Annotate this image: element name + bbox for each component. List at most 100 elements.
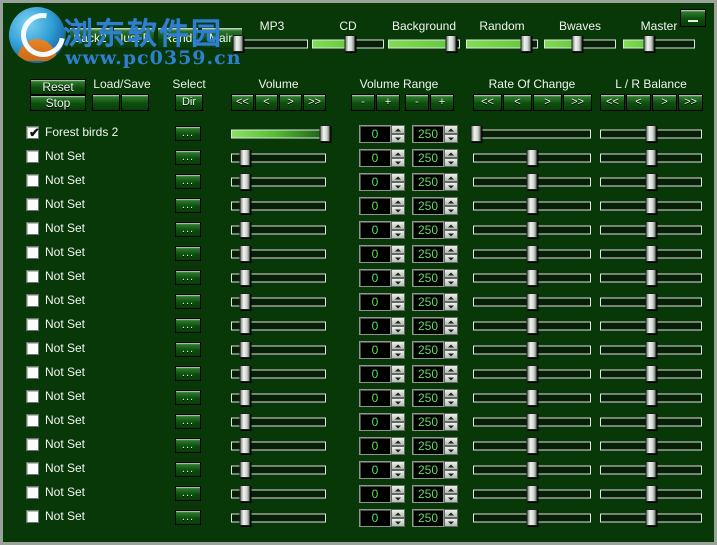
- row-enable-checkbox[interactable]: [26, 342, 39, 355]
- row-volume-range-max-decrement[interactable]: [444, 446, 458, 455]
- row-volume-range-max-increment[interactable]: [444, 509, 458, 518]
- row-volume-range-max-increment[interactable]: [444, 389, 458, 398]
- row-enable-checkbox[interactable]: [26, 486, 39, 499]
- row-volume-range-max-decrement[interactable]: [444, 422, 458, 431]
- master-slider-track-mp3[interactable]: [232, 35, 308, 52]
- slider-thumb[interactable]: [526, 461, 538, 478]
- row-volume-range-min-decrement[interactable]: [391, 278, 405, 287]
- row-browse-button[interactable]: ...: [175, 414, 201, 429]
- row-volume-slider[interactable]: [231, 437, 326, 454]
- row-rate-of-change-slider[interactable]: [473, 437, 591, 454]
- slider-thumb[interactable]: [239, 269, 251, 286]
- row-enable-checkbox[interactable]: [26, 390, 39, 403]
- row-rate-of-change-slider[interactable]: [473, 269, 591, 286]
- row-volume-range-max-increment[interactable]: [444, 293, 458, 302]
- row-rate-of-change-slider[interactable]: [473, 509, 591, 526]
- slider-thumb[interactable]: [645, 341, 657, 358]
- row-volume-range-min-increment[interactable]: [391, 221, 405, 230]
- row-browse-button[interactable]: ...: [175, 174, 201, 189]
- row-lr-balance-slider[interactable]: [600, 293, 702, 310]
- row-volume-range-max-value[interactable]: 250: [412, 173, 444, 191]
- row-volume-range-max-increment[interactable]: [444, 413, 458, 422]
- stop-button[interactable]: Stop: [30, 95, 86, 111]
- row-lr-balance-slider[interactable]: [600, 365, 702, 382]
- slider-thumb[interactable]: [645, 413, 657, 430]
- row-lr-balance-slider[interactable]: [600, 149, 702, 166]
- row-volume-range-min-increment[interactable]: [391, 413, 405, 422]
- slider-thumb[interactable]: [645, 509, 657, 526]
- row-volume-range-min-value[interactable]: 0: [359, 317, 391, 335]
- row-lr-balance-slider[interactable]: [600, 509, 702, 526]
- lr-balance-nudge-button-1[interactable]: <: [626, 94, 651, 111]
- slider-thumb[interactable]: [239, 413, 251, 430]
- row-rate-of-change-slider[interactable]: [473, 197, 591, 214]
- row-volume-range-min-value[interactable]: 0: [359, 485, 391, 503]
- slider-thumb[interactable]: [645, 221, 657, 238]
- row-volume-range-min-value[interactable]: 0: [359, 149, 391, 167]
- row-volume-range-min-decrement[interactable]: [391, 518, 405, 527]
- row-volume-range-min-value[interactable]: 0: [359, 365, 391, 383]
- row-volume-range-min-decrement[interactable]: [391, 134, 405, 143]
- row-volume-range-max-increment[interactable]: [444, 317, 458, 326]
- row-rate-of-change-slider[interactable]: [473, 293, 591, 310]
- reset-button[interactable]: Reset: [30, 79, 86, 95]
- slider-thumb[interactable]: [645, 269, 657, 286]
- row-volume-range-max-increment[interactable]: [444, 485, 458, 494]
- rate-of-change-nudge-button-0[interactable]: <<: [473, 94, 502, 111]
- volume-nudge-button-3[interactable]: >>: [303, 94, 326, 111]
- row-browse-button[interactable]: ...: [175, 438, 201, 453]
- slider-thumb[interactable]: [239, 293, 251, 310]
- slider-thumb[interactable]: [526, 509, 538, 526]
- row-browse-button[interactable]: ...: [175, 366, 201, 381]
- row-volume-range-min-decrement[interactable]: [391, 206, 405, 215]
- row-volume-range-max-decrement[interactable]: [444, 254, 458, 263]
- row-volume-range-min-increment[interactable]: [391, 269, 405, 278]
- row-volume-range-max-value[interactable]: 250: [412, 125, 444, 143]
- rate-of-change-nudge-button-1[interactable]: <: [503, 94, 532, 111]
- slider-thumb[interactable]: [239, 437, 251, 454]
- row-volume-range-max-decrement[interactable]: [444, 494, 458, 503]
- row-volume-range-max-increment[interactable]: [444, 365, 458, 374]
- slider-thumb[interactable]: [526, 389, 538, 406]
- row-enable-checkbox[interactable]: [26, 246, 39, 259]
- row-volume-range-min-value[interactable]: 0: [359, 197, 391, 215]
- row-browse-button[interactable]: ...: [175, 246, 201, 261]
- row-volume-range-min-increment[interactable]: [391, 389, 405, 398]
- row-volume-range-max-value[interactable]: 250: [412, 221, 444, 239]
- row-volume-slider[interactable]: [231, 341, 326, 358]
- row-volume-range-min-decrement[interactable]: [391, 182, 405, 191]
- slider-thumb[interactable]: [470, 125, 482, 142]
- row-volume-range-max-decrement[interactable]: [444, 326, 458, 335]
- slider-thumb[interactable]: [526, 245, 538, 262]
- slider-thumb[interactable]: [645, 125, 657, 142]
- row-lr-balance-slider[interactable]: [600, 413, 702, 430]
- slider-thumb[interactable]: [645, 461, 657, 478]
- row-volume-range-min-decrement[interactable]: [391, 254, 405, 263]
- row-volume-range-max-increment[interactable]: [444, 437, 458, 446]
- slider-thumb[interactable]: [526, 485, 538, 502]
- row-rate-of-change-slider[interactable]: [473, 221, 591, 238]
- row-volume-range-max-value[interactable]: 250: [412, 485, 444, 503]
- row-volume-range-min-value[interactable]: 0: [359, 389, 391, 407]
- slider-thumb[interactable]: [239, 149, 251, 166]
- row-browse-button[interactable]: ...: [175, 126, 201, 141]
- row-rate-of-change-slider[interactable]: [473, 245, 591, 262]
- row-lr-balance-slider[interactable]: [600, 485, 702, 502]
- volume-range-max-button-0[interactable]: -: [405, 94, 429, 111]
- row-lr-balance-slider[interactable]: [600, 461, 702, 478]
- master-slider-track-background[interactable]: [388, 35, 460, 52]
- row-volume-range-min-decrement[interactable]: [391, 326, 405, 335]
- row-lr-balance-slider[interactable]: [600, 389, 702, 406]
- row-volume-range-max-increment[interactable]: [444, 341, 458, 350]
- tab-back2[interactable]: Back2: [69, 27, 111, 49]
- row-volume-range-min-increment[interactable]: [391, 317, 405, 326]
- row-volume-range-max-increment[interactable]: [444, 125, 458, 134]
- master-slider-track-random[interactable]: [466, 35, 538, 52]
- slider-thumb[interactable]: [526, 149, 538, 166]
- row-browse-button[interactable]: ...: [175, 270, 201, 285]
- slider-thumb[interactable]: [571, 35, 583, 52]
- row-volume-range-min-decrement[interactable]: [391, 302, 405, 311]
- row-volume-range-min-decrement[interactable]: [391, 398, 405, 407]
- row-browse-button[interactable]: ...: [175, 198, 201, 213]
- row-enable-checkbox[interactable]: [26, 510, 39, 523]
